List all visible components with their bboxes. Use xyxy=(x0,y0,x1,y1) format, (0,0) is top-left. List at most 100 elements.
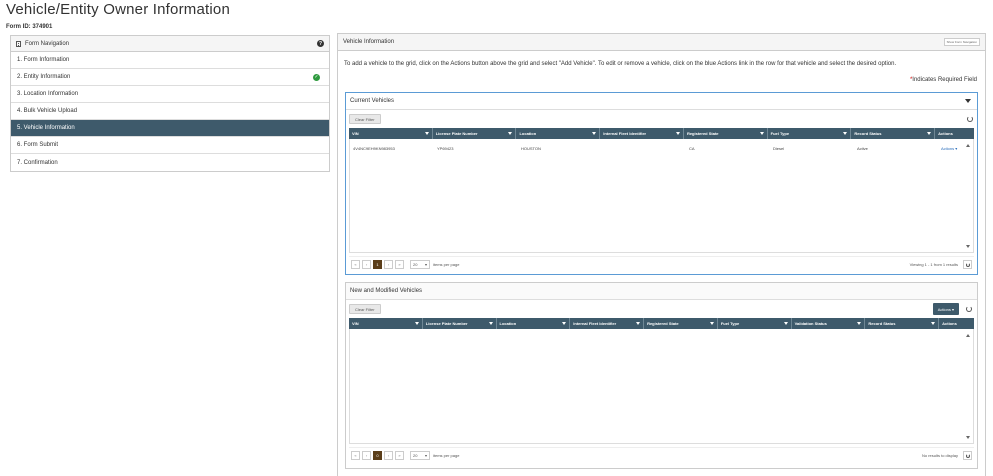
column-label: VIN xyxy=(352,321,359,326)
column-location[interactable]: Location xyxy=(497,318,571,329)
filter-icon[interactable] xyxy=(675,132,680,135)
column-registered-state[interactable]: Registered State xyxy=(644,318,718,329)
last-page-button[interactable]: » xyxy=(395,451,404,460)
cell-vin: 4V4NC9EH9KN983953 xyxy=(353,145,395,151)
items-per-page-select[interactable]: 20 xyxy=(410,451,430,460)
current-vehicles-header[interactable]: Current Vehicles xyxy=(346,93,977,110)
column-vin[interactable]: VIN xyxy=(349,318,423,329)
scroll-up-arrow-icon[interactable] xyxy=(966,144,970,147)
prev-page-button[interactable]: ‹ xyxy=(362,451,371,460)
nav-item-label: 4. Bulk Vehicle Upload xyxy=(17,108,78,114)
filter-icon[interactable] xyxy=(931,322,936,325)
actions-button[interactable]: Actions ▾ xyxy=(932,303,959,315)
modified-vehicles-header: New and Modified Vehicles xyxy=(346,283,977,300)
column-label: Validation Status xyxy=(794,321,827,326)
filter-icon[interactable] xyxy=(414,322,419,325)
modified-vehicles-grid-body xyxy=(349,329,974,444)
column-license-plate[interactable]: License Plate Number xyxy=(433,128,517,139)
nav-item-confirmation[interactable]: 7. Confirmation xyxy=(11,154,329,171)
form-id: Form ID: 374901 xyxy=(6,24,53,30)
items-per-page-select[interactable]: 20 xyxy=(410,260,430,269)
column-actions: Actions xyxy=(935,128,974,139)
column-record-status[interactable]: Record Status xyxy=(865,318,940,329)
nav-item-location-information[interactable]: 3. Location Information xyxy=(11,86,329,103)
page-title: Vehicle/Entity Owner Information xyxy=(6,1,231,18)
clear-filter-button[interactable]: Clear Filter xyxy=(349,114,381,124)
next-page-button[interactable]: › xyxy=(384,451,393,460)
help-icon[interactable]: ? xyxy=(317,40,324,47)
filter-icon[interactable] xyxy=(783,322,788,325)
pager-refresh-button[interactable] xyxy=(963,451,972,460)
vehicle-information-header: Vehicle Information Show Form Navigation xyxy=(338,34,985,51)
current-page-number[interactable]: 0 xyxy=(373,451,382,460)
last-page-button[interactable]: » xyxy=(395,260,404,269)
modified-vehicles-pager: « ‹ 0 › » 20 items per page No results t… xyxy=(349,447,974,463)
column-label: Registered State xyxy=(647,321,679,326)
instructions-text: To add a vehicle to the grid, click on t… xyxy=(344,61,897,67)
items-per-page-value: 20 xyxy=(413,262,418,267)
pager-refresh-button[interactable] xyxy=(963,260,972,269)
clear-filter-button[interactable]: Clear Filter xyxy=(349,304,381,314)
table-row: 4V4NC9EH9KN983953 YP69423 HOUSTON CA Die… xyxy=(350,139,973,157)
current-vehicles-toolbar: Clear Filter xyxy=(346,110,977,128)
pager-status: No results to display xyxy=(921,453,958,458)
first-page-button[interactable]: « xyxy=(351,260,360,269)
filter-icon[interactable] xyxy=(592,132,597,135)
column-fuel-type[interactable]: Fuel Type xyxy=(768,128,852,139)
filter-icon[interactable] xyxy=(857,322,862,325)
filter-icon[interactable] xyxy=(508,132,513,135)
filter-icon[interactable] xyxy=(424,132,429,135)
nav-item-bulk-vehicle-upload[interactable]: 4. Bulk Vehicle Upload xyxy=(11,103,329,120)
modified-vehicles-title: New and Modified Vehicles xyxy=(350,288,423,294)
column-fleet-id[interactable]: Internal Fleet Identifier xyxy=(600,128,684,139)
filter-icon[interactable] xyxy=(562,322,567,325)
cell-plate: YP69423 xyxy=(437,145,454,151)
cell-location: HOUSTON xyxy=(521,145,541,151)
nav-item-label: 6. Form Submit xyxy=(17,142,59,148)
nav-item-vehicle-information[interactable]: 5. Vehicle Information xyxy=(11,120,329,137)
column-fleet-id[interactable]: Internal Fleet Identifier xyxy=(570,318,645,329)
filter-icon[interactable] xyxy=(927,132,932,135)
show-form-navigation-button[interactable]: Show Form Navigation xyxy=(943,38,980,46)
filter-icon[interactable] xyxy=(488,322,493,325)
refresh-icon[interactable] xyxy=(967,116,973,122)
column-vin[interactable]: VIN xyxy=(349,128,433,139)
nav-item-form-information[interactable]: 1. Form Information xyxy=(11,52,329,69)
filter-icon[interactable] xyxy=(843,132,848,135)
filter-icon[interactable] xyxy=(636,322,641,325)
column-label: Registered State xyxy=(686,131,719,136)
column-label: Actions xyxy=(938,131,953,136)
items-per-page-label: items per page xyxy=(433,262,460,267)
column-location[interactable]: Location xyxy=(516,128,601,139)
scroll-up-arrow-icon[interactable] xyxy=(966,334,970,337)
items-per-page-label: items per page xyxy=(433,453,460,458)
column-label: License Plate Number xyxy=(435,131,478,136)
column-registered-state[interactable]: Registered State xyxy=(684,128,768,139)
next-page-button[interactable]: › xyxy=(384,260,393,269)
column-validation-status[interactable]: Validation Status xyxy=(792,318,866,329)
nav-item-entity-information[interactable]: 2. Entity Information ✓ xyxy=(11,69,329,86)
filter-icon[interactable] xyxy=(709,322,714,325)
scroll-down-arrow-icon[interactable] xyxy=(966,245,970,248)
column-label: Actions xyxy=(942,321,957,326)
column-license-plate[interactable]: License Plate Number xyxy=(423,318,497,329)
current-vehicles-grid-header: VIN License Plate Number Location Intern… xyxy=(349,128,974,139)
vehicle-information-panel: Vehicle Information Show Form Navigation… xyxy=(337,33,986,476)
vehicle-information-title: Vehicle Information xyxy=(343,39,395,45)
form-navigation-header: Form Navigation ? xyxy=(11,36,329,52)
collapse-caret-icon[interactable] xyxy=(965,99,971,103)
refresh-icon[interactable] xyxy=(966,306,972,312)
check-circle-icon: ✓ xyxy=(313,73,320,81)
column-fuel-type[interactable]: Fuel Type xyxy=(718,318,792,329)
current-vehicles-title: Current Vehicles xyxy=(350,98,395,104)
prev-page-button[interactable]: ‹ xyxy=(362,260,371,269)
pager-status: Viewing 1 - 1 from 1 results xyxy=(909,262,958,267)
current-page-number[interactable]: 1 xyxy=(373,260,382,269)
first-page-button[interactable]: « xyxy=(351,451,360,460)
cell-state: CA xyxy=(689,145,695,151)
column-record-status[interactable]: Record Status xyxy=(851,128,936,139)
nav-item-form-submit[interactable]: 6. Form Submit xyxy=(11,137,329,154)
column-label: Internal Fleet Identifier xyxy=(573,321,617,326)
scroll-down-arrow-icon[interactable] xyxy=(966,436,970,439)
filter-icon[interactable] xyxy=(759,132,764,135)
